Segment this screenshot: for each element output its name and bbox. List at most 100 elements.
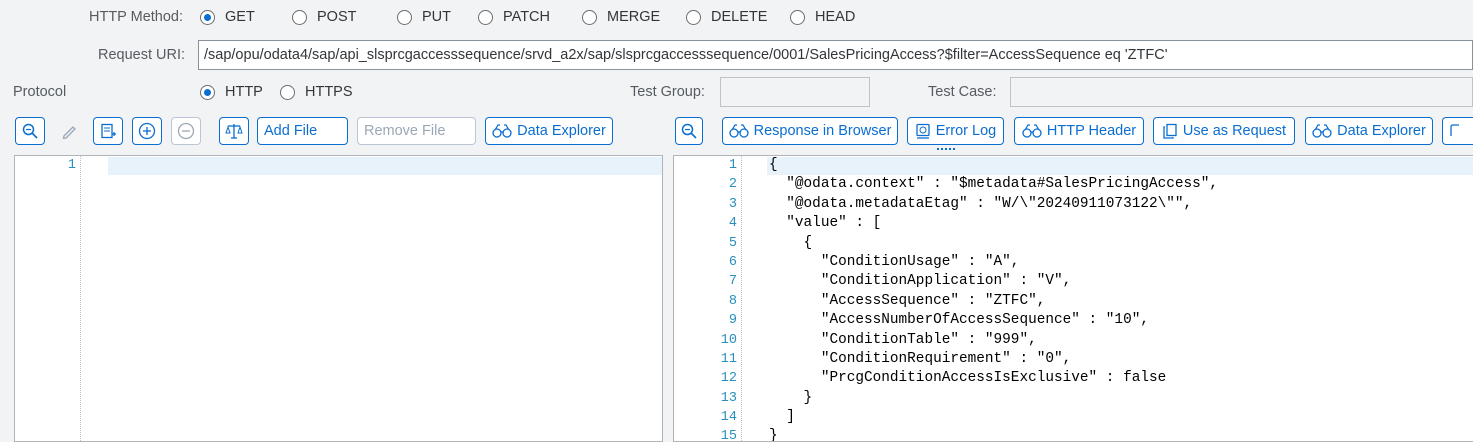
code-text: "ConditionTable" : "999",	[769, 331, 1037, 348]
add-circle-icon	[138, 122, 156, 140]
code-line[interactable]: 14 ]	[674, 408, 1473, 427]
error-log-button[interactable]: Error Log	[907, 117, 1004, 145]
code-line[interactable]: 1	[15, 156, 662, 176]
radio-icon	[582, 9, 597, 25]
line-number: 12	[720, 371, 737, 387]
radio-icon	[397, 9, 412, 25]
test-group-input[interactable]	[720, 77, 870, 107]
line-number: 13	[720, 390, 737, 406]
data-explorer-label: Data Explorer	[1337, 123, 1426, 139]
code-line[interactable]: 15}	[674, 427, 1473, 442]
response-code-lines: 1{2 "@odata.context" : "$metadata#SalesP…	[674, 156, 1473, 442]
method-radio-post[interactable]: POST	[292, 9, 356, 25]
code-line[interactable]: 4 "value" : [	[674, 214, 1473, 233]
line-number-gutter	[15, 156, 81, 441]
protocol-radio-https[interactable]: HTTPS	[280, 84, 353, 100]
zoom-button[interactable]	[15, 117, 45, 145]
radio-icon	[478, 9, 493, 25]
pencil-icon	[62, 126, 76, 139]
line-number: 3	[728, 196, 737, 212]
splitter-handle[interactable]	[937, 148, 955, 154]
response-in-browser-label: Response in Browser	[753, 123, 892, 139]
compare-button[interactable]	[219, 117, 249, 145]
radio-selected-icon	[200, 84, 215, 100]
code-line[interactable]: 12 "PrcgConditionAccessIsExclusive" : fa…	[674, 369, 1473, 388]
code-line[interactable]: 3 "@odata.metadataEtag" : "W/\"202409110…	[674, 195, 1473, 214]
code-text: "PrcgConditionAccessIsExclusive" : false	[769, 370, 1167, 387]
use-as-request-button[interactable]: Use as Request	[1153, 117, 1295, 145]
right-data-explorer-button[interactable]: Data Explorer	[1305, 117, 1433, 145]
test-case-input[interactable]	[1010, 77, 1473, 107]
data-explorer-label: Data Explorer	[517, 123, 606, 139]
error-log-icon	[916, 123, 930, 139]
use-as-request-label: Use as Request	[1182, 123, 1287, 139]
add-file-button[interactable]: Add File	[257, 117, 348, 145]
code-line[interactable]: 5 {	[674, 234, 1473, 253]
code-line[interactable]: 13 }	[674, 389, 1473, 408]
protocol-radio-http[interactable]: HTTP	[200, 84, 263, 100]
method-radio-merge[interactable]: MERGE	[582, 9, 660, 25]
code-line[interactable]: 11 "ConditionRequirement" : "0",	[674, 350, 1473, 369]
http-method-label: HTTP Method:	[89, 9, 184, 25]
response-zoom-button[interactable]	[675, 117, 703, 145]
code-line[interactable]: 6 "ConditionUsage" : "A",	[674, 253, 1473, 272]
line-number: 1	[728, 158, 737, 173]
response-body-editor[interactable]: 1{2 "@odata.context" : "$metadata#SalesP…	[673, 155, 1473, 442]
expand-icon	[1450, 124, 1459, 136]
add-button[interactable]	[132, 117, 162, 145]
magnifier-icon	[681, 123, 697, 139]
line-number: 4	[728, 216, 737, 232]
method-radio-head[interactable]: HEAD	[790, 9, 855, 25]
binoculars-icon	[728, 124, 749, 138]
code-text: ]	[769, 409, 795, 426]
more-toolbar-button[interactable]	[1442, 117, 1473, 145]
request-code-lines: 1	[15, 156, 662, 176]
copy-icon	[1163, 123, 1177, 139]
remove-circle-icon	[177, 122, 195, 140]
code-line[interactable]: 2 "@odata.context" : "$metadata#SalesPri…	[674, 175, 1473, 194]
line-number: 8	[728, 293, 737, 309]
code-text: "ConditionRequirement" : "0",	[769, 350, 1072, 367]
line-number: 14	[720, 410, 737, 426]
code-text: }	[769, 389, 813, 406]
line-number: 1	[67, 158, 76, 173]
code-text: "AccessNumberOfAccessSequence" : "10",	[769, 312, 1149, 329]
error-log-label: Error Log	[935, 123, 997, 139]
request-uri-input[interactable]: /sap/opu/odata4/sap/api_slsprcgaccessseq…	[198, 40, 1473, 70]
code-text: "@odata.context" : "$metadata#SalesPrici…	[769, 176, 1219, 193]
left-data-explorer-button[interactable]: Data Explorer	[485, 117, 613, 145]
remove-button[interactable]	[171, 117, 201, 145]
http-header-button[interactable]: HTTP Header	[1014, 117, 1144, 145]
remove-file-button[interactable]: Remove File	[357, 117, 476, 145]
code-line[interactable]: 10 "ConditionTable" : "999",	[674, 331, 1473, 350]
current-line-highlight	[108, 157, 662, 176]
request-body-editor[interactable]: 1	[14, 155, 663, 442]
method-radio-put[interactable]: PUT	[397, 9, 451, 25]
method-radio-patch[interactable]: PATCH	[478, 9, 550, 25]
method-radio-get[interactable]: GET	[200, 9, 255, 25]
binoculars-icon	[492, 124, 512, 138]
edit-button[interactable]	[54, 117, 84, 145]
code-text: "value" : [	[769, 215, 882, 232]
form-add-icon	[101, 123, 116, 139]
form-button[interactable]	[93, 117, 123, 145]
line-number: 2	[728, 177, 737, 193]
line-number: 7	[728, 274, 737, 290]
code-text: "@odata.metadataEtag" : "W/\"20240911073…	[769, 195, 1193, 212]
line-number: 5	[728, 235, 737, 251]
code-text: "ConditionApplication" : "V",	[769, 273, 1072, 290]
line-number: 15	[720, 429, 737, 442]
response-in-browser-button[interactable]: Response in Browser	[722, 117, 898, 145]
code-line[interactable]: 8 "AccessSequence" : "ZTFC",	[674, 292, 1473, 311]
balance-scale-icon	[225, 124, 243, 139]
radio-icon	[790, 9, 805, 25]
method-radio-delete[interactable]: DELETE	[686, 9, 767, 25]
http-header-label: HTTP Header	[1046, 123, 1137, 139]
radio-selected-icon	[200, 9, 215, 25]
code-line[interactable]: 7 "ConditionApplication" : "V",	[674, 272, 1473, 291]
binoculars-icon	[1022, 124, 1042, 138]
code-line[interactable]: 9 "AccessNumberOfAccessSequence" : "10",	[674, 311, 1473, 330]
code-line[interactable]: 1{	[674, 156, 1473, 176]
radio-icon	[280, 84, 295, 100]
code-text: {	[769, 234, 813, 251]
